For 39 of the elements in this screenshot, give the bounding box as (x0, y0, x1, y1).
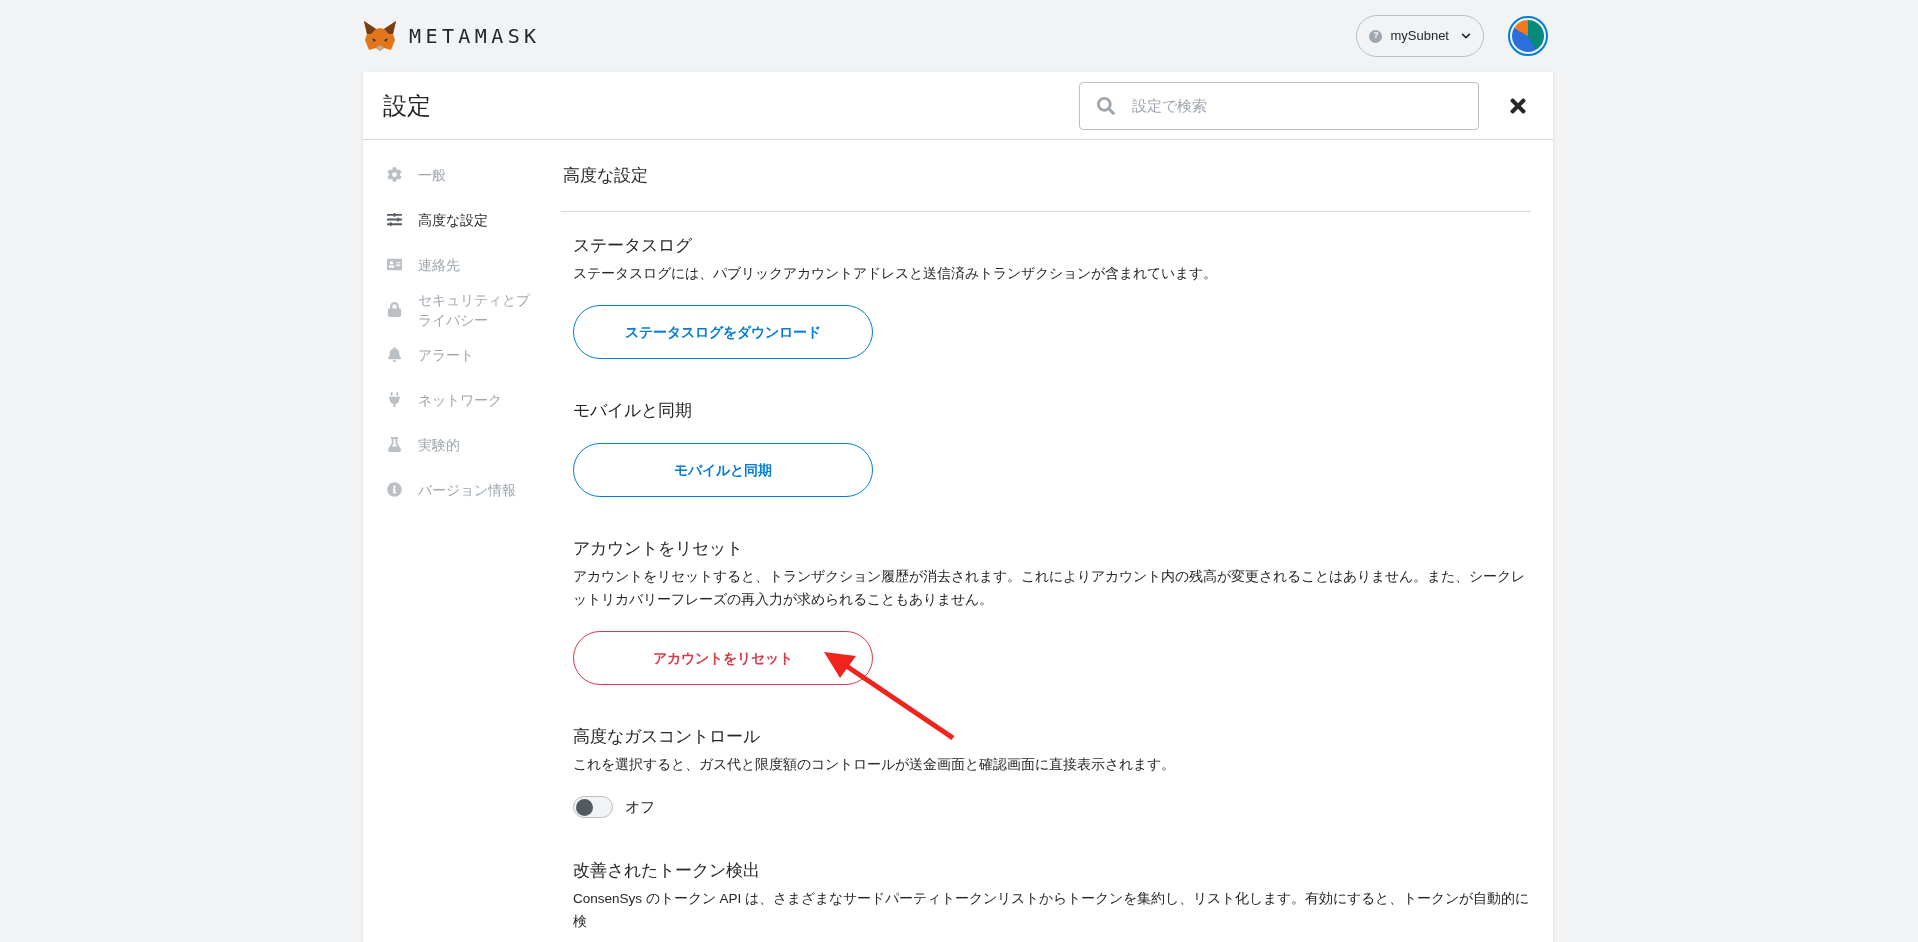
unknown-network-badge: ? (1369, 29, 1383, 43)
info-icon (387, 482, 402, 497)
search-icon (1097, 96, 1115, 115)
sidebar-item[interactable]: 実験的 (387, 422, 561, 467)
section-description: ステータスログには、パブリックアカウントアドレスと送信済みトランザクションが含まれています。 (573, 265, 1218, 283)
logo-wordmark: METAMASK (409, 23, 541, 50)
section-title: ステータスログ (573, 235, 693, 257)
flask-icon (387, 437, 402, 452)
gear-icon (387, 167, 402, 182)
bell-icon (387, 347, 402, 362)
section-title: モバイルと同期 (573, 400, 693, 422)
section-title: 高度なガスコントロール (573, 726, 761, 748)
page-title: 設定 (383, 90, 431, 121)
outline-button[interactable]: ステータスログをダウンロード (573, 305, 873, 359)
contact-card-icon (387, 257, 402, 272)
sidebar-item[interactable]: 連絡先 (387, 242, 561, 287)
sidebar-item[interactable]: アラート (387, 332, 561, 377)
sidebar-item[interactable]: ネットワーク (387, 377, 561, 422)
plug-icon (387, 392, 402, 407)
section-description: アカウントをリセットすると、トランザクション履歴が消去されます。これによりアカウント内の残高が変更されることはありません。また、シークレットリカバリーフレーズの再入力が求められることもありません。 (573, 568, 1526, 609)
chevron-down-icon (1461, 31, 1471, 41)
outline-button[interactable]: モバイルと同期 (573, 443, 873, 497)
sidebar-item[interactable]: セキュリティとプライバシー (387, 287, 561, 332)
sidebar-item[interactable]: バージョン情報 (387, 467, 561, 512)
reset-account-button[interactable]: アカウントをリセット (573, 631, 873, 685)
toggle-state-label: オフ (625, 797, 655, 817)
sidebar-item[interactable]: 一般 (387, 152, 561, 197)
fox-logo-icon (363, 20, 397, 52)
sliders-icon (387, 212, 402, 227)
toggle-switch[interactable] (573, 796, 613, 819)
sidebar-item[interactable]: 高度な設定 (387, 197, 561, 242)
section-description: これを選択すると、ガス代と限度額のコントロールが送金画面と確認画面に直接表示されます。 (573, 756, 1176, 774)
account-avatar[interactable] (1508, 16, 1548, 56)
section-title: アカウントをリセット (573, 538, 744, 560)
section-description: ConsenSys のトークン API は、さまざまなサードパーティトークンリストからトークンを集約し、リスト化します。有効にすると、トークンが自動的に検 (573, 889, 1531, 931)
section-heading: 高度な設定 (563, 164, 648, 187)
lock-icon (387, 302, 402, 317)
search-field[interactable]: 設定で検索 (1079, 81, 1479, 130)
section-title: 改善されたトークン検出 (573, 859, 761, 882)
